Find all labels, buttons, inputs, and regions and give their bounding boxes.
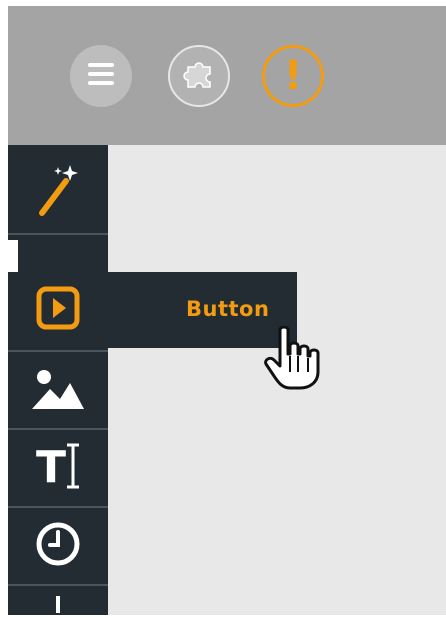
menu-button[interactable] <box>70 45 132 107</box>
image-icon <box>32 367 84 413</box>
hamburger-menu-icon <box>88 63 114 89</box>
plugins-button[interactable] <box>168 45 230 107</box>
exclamation-icon: ! <box>283 53 303 99</box>
text-cursor-icon <box>66 442 80 494</box>
left-edge <box>0 145 8 615</box>
clock-tool[interactable] <box>8 508 108 584</box>
clock-icon <box>35 521 81 571</box>
magic-wand-tool[interactable] <box>8 150 108 232</box>
button-widget-icon <box>36 286 80 334</box>
puzzle-icon <box>182 57 216 95</box>
text-tool[interactable]: T <box>8 430 108 506</box>
more-tool[interactable] <box>8 586 108 615</box>
sidebar-divider <box>8 233 108 235</box>
alert-button[interactable]: ! <box>262 45 324 107</box>
magic-wand-icon <box>36 161 80 221</box>
tool-icon-partial <box>54 584 62 617</box>
button-tool[interactable] <box>8 272 108 348</box>
image-tool[interactable] <box>8 352 108 428</box>
hand-cursor-icon <box>262 325 324 396</box>
text-icon: T <box>35 442 66 493</box>
button-tool-label: Button <box>186 297 270 321</box>
